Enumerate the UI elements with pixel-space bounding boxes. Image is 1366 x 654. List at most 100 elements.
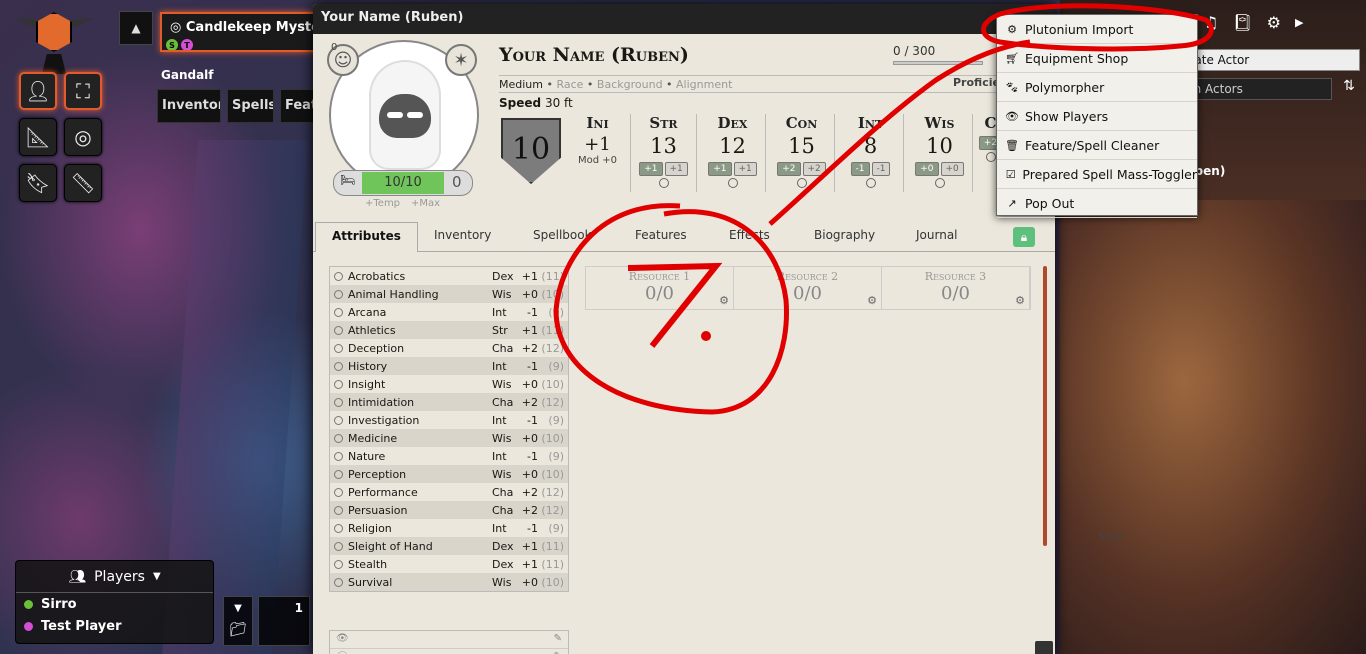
settings-icon[interactable]: ⚙: [1267, 13, 1281, 32]
skill-proficiency-toggle[interactable]: [334, 469, 343, 479]
resource-value[interactable]: 0/0: [586, 283, 733, 304]
resource-box[interactable]: Resource 1 0/0 ⚙: [586, 267, 734, 309]
hp-max-label[interactable]: +Max: [411, 198, 440, 209]
skill-row[interactable]: Medicine Wis +0 (10): [330, 429, 568, 447]
header-tab-spells[interactable]: Spells: [227, 89, 274, 123]
skill-name[interactable]: Athletics: [348, 324, 492, 337]
pencil-icon[interactable]: ✎: [554, 633, 562, 644]
resize-handle[interactable]: [1035, 641, 1053, 654]
skill-row[interactable]: Persuasion Cha +2 (12): [330, 501, 568, 519]
tab-spellbook[interactable]: Spellbook: [533, 228, 592, 242]
ability-score[interactable]: 15: [769, 134, 834, 158]
folder-icon[interactable]: 📁︎: [224, 622, 252, 638]
save-proficiency-toggle[interactable]: [934, 178, 945, 188]
xp-value[interactable]: 0 / 300: [893, 44, 935, 58]
skill-name[interactable]: Medicine: [348, 432, 492, 445]
skill-proficiency-toggle[interactable]: [334, 433, 343, 443]
token-controls-button[interactable]: 👤︎: [19, 72, 57, 110]
skill-row[interactable]: Performance Cha +2 (12): [330, 483, 568, 501]
skill-row[interactable]: Arcana Int -1 (9): [330, 303, 568, 321]
skill-row[interactable]: Nature Int -1 (9): [330, 447, 568, 465]
tab-effects[interactable]: Effects: [729, 228, 770, 242]
skill-proficiency-toggle[interactable]: [334, 289, 343, 299]
skill-row[interactable]: Intimidation Cha +2 (12): [330, 393, 568, 411]
initiative-box[interactable]: Ini +1 Mod +0: [565, 114, 631, 192]
save-proficiency-toggle[interactable]: [796, 178, 807, 188]
rest-icon[interactable]: 🛏︎: [340, 173, 355, 187]
skill-row[interactable]: Sleight of Hand Dex +1 (11): [330, 537, 568, 555]
skill-name[interactable]: Performance: [348, 486, 492, 499]
compendium-icon[interactable]: 📔︎: [1232, 13, 1252, 32]
ability-score[interactable]: 13: [631, 134, 696, 158]
foundry-logo[interactable]: [14, 6, 94, 76]
tab-features[interactable]: Features: [635, 228, 687, 242]
skill-proficiency-toggle[interactable]: [334, 307, 343, 317]
target-controls-button[interactable]: ◎: [64, 118, 102, 156]
menu-item[interactable]: 🛒︎ Equipment Shop: [997, 44, 1197, 73]
header-tab-inventory[interactable]: Inventory: [157, 89, 221, 123]
ability-box[interactable]: Dex 12 +1 +1: [700, 114, 766, 192]
ability-box[interactable]: Str 13 +1 +1: [631, 114, 697, 192]
ability-mod[interactable]: +1: [639, 162, 663, 176]
ability-score[interactable]: 10: [907, 134, 972, 158]
skill-name[interactable]: Deception: [348, 342, 492, 355]
collapse-icon[interactable]: ▶: [1295, 16, 1303, 29]
size-field[interactable]: Medium: [499, 78, 543, 91]
ability-mod[interactable]: +1: [708, 162, 732, 176]
skill-name[interactable]: Perception: [348, 468, 492, 481]
caret-down-icon[interactable]: ▼: [224, 603, 252, 614]
resource-value[interactable]: 0/0: [882, 283, 1029, 304]
measure-controls-button[interactable]: 📐︎: [19, 118, 57, 156]
tab-attributes[interactable]: Attributes: [315, 222, 418, 252]
skill-row[interactable]: Investigation Int -1 (9): [330, 411, 568, 429]
skill-name[interactable]: Religion: [348, 522, 492, 535]
ruler-controls-button[interactable]: 📏︎: [64, 164, 102, 202]
skill-name[interactable]: Stealth: [348, 558, 492, 571]
skill-proficiency-toggle[interactable]: [334, 415, 343, 425]
level-badge[interactable]: ✶: [445, 44, 477, 76]
actor-search-input[interactable]: ch Actors: [1180, 78, 1332, 100]
skill-name[interactable]: Animal Handling: [348, 288, 492, 301]
menu-item[interactable]: ↗ Pop Out: [997, 189, 1197, 218]
skill-proficiency-toggle[interactable]: [334, 559, 343, 569]
ability-save[interactable]: +2: [802, 162, 826, 176]
sheet-window-title[interactable]: Your Name (Ruben): [313, 4, 1055, 34]
skill-row[interactable]: Acrobatics Dex +1 (11): [330, 267, 568, 285]
armor-class-shield[interactable]: 10: [501, 118, 561, 184]
ability-mod[interactable]: +2: [777, 162, 801, 176]
tab-inventory[interactable]: Inventory: [434, 228, 491, 242]
skill-row[interactable]: Perception Wis +0 (10): [330, 465, 568, 483]
select-controls-button[interactable]: ⛶: [64, 72, 102, 110]
create-actor-button[interactable]: eate Actor: [1180, 49, 1360, 71]
skill-row[interactable]: History Int -1 (9): [330, 357, 568, 375]
menu-item[interactable]: ⚙ Plutonium Import: [997, 15, 1197, 44]
ability-score[interactable]: 8: [838, 134, 903, 158]
skill-row[interactable]: Religion Int -1 (9): [330, 519, 568, 537]
skill-row[interactable]: Insight Wis +0 (10): [330, 375, 568, 393]
skill-row[interactable]: Stealth Dex +1 (11): [330, 555, 568, 573]
skill-name[interactable]: Survival: [348, 576, 492, 589]
gear-icon[interactable]: ⚙: [1015, 294, 1025, 307]
player-item[interactable]: Sirro: [16, 593, 213, 615]
menu-item[interactable]: 🗑︎ Feature/Spell Cleaner: [997, 131, 1197, 160]
skill-name[interactable]: Sleight of Hand: [348, 540, 492, 553]
skill-proficiency-toggle[interactable]: [334, 271, 343, 281]
skill-row[interactable]: Animal Handling Wis +0 (10): [330, 285, 568, 303]
skill-proficiency-toggle[interactable]: [334, 487, 343, 497]
resource-box[interactable]: Resource 2 0/0 ⚙: [734, 267, 882, 309]
ability-score[interactable]: 12: [700, 134, 765, 158]
skill-proficiency-toggle[interactable]: [334, 397, 343, 407]
save-proficiency-toggle[interactable]: [727, 178, 738, 188]
gear-icon[interactable]: ⚙: [867, 294, 877, 307]
save-proficiency-toggle[interactable]: [865, 178, 876, 188]
resource-box[interactable]: Resource 3 0/0 ⚙: [882, 267, 1030, 309]
background-field[interactable]: Background: [597, 78, 663, 91]
skill-proficiency-toggle[interactable]: [334, 343, 343, 353]
notes-controls-button[interactable]: 🔖︎: [19, 164, 57, 202]
save-proficiency-toggle[interactable]: [658, 178, 669, 188]
tab-journal[interactable]: Journal: [916, 228, 958, 242]
skill-row[interactable]: Deception Cha +2 (12): [330, 339, 568, 357]
hp-temp-label[interactable]: +Temp: [365, 198, 400, 209]
languages-row[interactable]: 💬︎✎: [330, 649, 568, 654]
menu-item[interactable]: ☑ Prepared Spell Mass-Toggler: [997, 160, 1197, 189]
